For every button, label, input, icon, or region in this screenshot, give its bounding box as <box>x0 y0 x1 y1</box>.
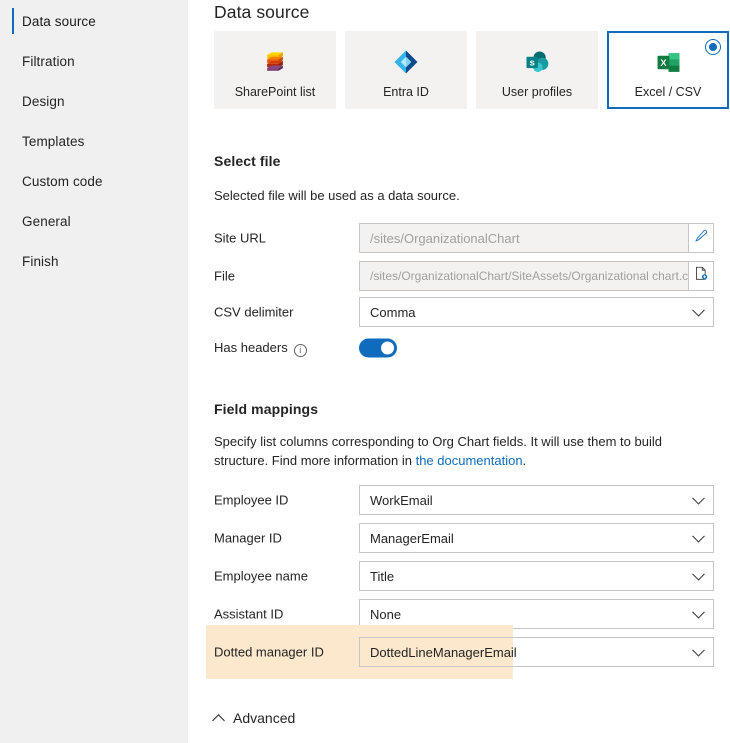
documentation-link[interactable]: the documentation <box>416 453 523 468</box>
mapping-value: None <box>370 606 402 622</box>
csv-delimiter-row: CSV delimiter Comma <box>188 297 730 327</box>
sidebar-item-data-source[interactable]: Data source <box>0 4 188 38</box>
chevron-down-icon <box>692 605 705 619</box>
chevron-down-icon <box>692 303 705 317</box>
mapping-value: DottedLineManagerEmail <box>370 644 517 660</box>
mapping-row-dotted-manager-id: Dotted manager ID DottedLineManagerEmail <box>188 625 730 679</box>
data-source-card-label: SharePoint list <box>234 85 316 99</box>
sidebar-item-filtration[interactable]: Filtration <box>0 44 188 78</box>
sidebar-item-custom-code[interactable]: Custom code <box>0 164 188 198</box>
data-source-card-label: Excel / CSV <box>634 85 702 99</box>
mapping-label: Employee name <box>214 568 308 584</box>
has-headers-toggle[interactable] <box>359 338 397 358</box>
file-label: File <box>214 268 235 284</box>
sharepoint-list-icon <box>260 47 290 77</box>
entra-id-icon <box>391 47 421 77</box>
page-title: Data source <box>214 2 310 22</box>
excel-csv-icon: X <box>653 47 683 77</box>
chevron-down-icon <box>692 529 705 543</box>
sidebar-item-design[interactable]: Design <box>0 84 188 118</box>
sidebar-item-label: Finish <box>22 253 59 269</box>
main-panel: Data source SharePoint list Entra ID s User… <box>188 0 730 743</box>
svg-text:s: s <box>530 58 535 69</box>
csv-delimiter-label: CSV delimiter <box>214 304 294 320</box>
mapping-label: Manager ID <box>214 530 282 546</box>
select-file-description: Selected file will be used as a data sou… <box>214 188 460 203</box>
pencil-icon <box>694 229 708 248</box>
data-source-card-sharepoint-list[interactable]: SharePoint list <box>214 31 336 109</box>
sidebar-item-label: Filtration <box>22 53 75 69</box>
sidebar-item-templates[interactable]: Templates <box>0 124 188 158</box>
file-input[interactable]: /sites/OrganizationalChart/SiteAssets/Or… <box>359 261 689 291</box>
site-url-value: /sites/OrganizationalChart <box>370 230 520 246</box>
mapping-select[interactable]: DottedLineManagerEmail <box>359 637 714 667</box>
file-browse-button[interactable] <box>689 261 714 291</box>
has-headers-row: Has headers i <box>188 333 730 363</box>
mapping-row-manager-id: Manager ID ManagerEmail <box>188 523 730 553</box>
mapping-row-employee-name: Employee name Title <box>188 561 730 591</box>
chevron-down-icon <box>692 567 705 581</box>
mapping-value: ManagerEmail <box>370 530 454 546</box>
data-source-card-user-profiles[interactable]: s User profiles <box>476 31 598 109</box>
has-headers-label: Has headers i <box>214 340 307 357</box>
mapping-select[interactable]: ManagerEmail <box>359 523 714 553</box>
mapping-select[interactable]: Title <box>359 561 714 591</box>
site-url-row: Site URL /sites/OrganizationalChart <box>188 223 730 253</box>
chevron-up-icon <box>212 713 225 727</box>
csv-delimiter-value: Comma <box>370 304 416 320</box>
mapping-value: Title <box>370 568 395 584</box>
file-icon <box>694 266 708 286</box>
data-source-card-label: Entra ID <box>383 85 429 99</box>
user-profiles-icon: s <box>522 47 552 77</box>
file-value: /sites/OrganizationalChart/SiteAssets/Or… <box>370 269 688 283</box>
mapping-select[interactable]: WorkEmail <box>359 485 714 515</box>
sidebar-item-label: General <box>22 213 71 229</box>
radio-selected-icon[interactable] <box>705 39 721 55</box>
site-url-label: Site URL <box>214 230 267 246</box>
advanced-toggle[interactable]: Advanced <box>212 710 296 727</box>
chevron-down-icon <box>692 643 705 657</box>
active-indicator <box>12 8 14 34</box>
data-source-card-entra-id[interactable]: Entra ID <box>345 31 467 109</box>
has-headers-label-text: Has headers <box>214 340 288 355</box>
file-row: File /sites/OrganizationalChart/SiteAsse… <box>188 261 730 291</box>
field-mappings-description: Specify list columns corresponding to Or… <box>214 432 712 470</box>
site-url-input[interactable]: /sites/OrganizationalChart <box>359 223 689 253</box>
sidebar: Data source Filtration Design Templates Cust… <box>0 0 188 743</box>
mapping-label: Assistant ID <box>214 606 284 622</box>
mapping-label: Dotted manager ID <box>214 644 324 660</box>
site-url-edit-button[interactable] <box>689 223 714 253</box>
field-mappings-heading: Field mappings <box>214 401 319 417</box>
data-source-card-label: User profiles <box>501 85 573 99</box>
info-icon[interactable]: i <box>293 344 307 357</box>
mapping-label: Employee ID <box>214 492 289 508</box>
sidebar-item-finish[interactable]: Finish <box>0 244 188 278</box>
csv-delimiter-select[interactable]: Comma <box>359 297 714 327</box>
mapping-row-employee-id: Employee ID WorkEmail <box>188 485 730 515</box>
data-source-card-excel-csv[interactable]: X Excel / CSV <box>607 31 729 109</box>
sidebar-item-label: Custom code <box>22 173 103 189</box>
sidebar-item-label: Design <box>22 93 65 109</box>
sidebar-item-general[interactable]: General <box>0 204 188 238</box>
data-source-card-group: SharePoint list Entra ID s User profiles X Ex… <box>214 31 729 109</box>
advanced-label: Advanced <box>233 710 296 726</box>
field-mappings-description-part2: . <box>522 453 527 468</box>
select-file-heading: Select file <box>214 153 281 169</box>
settings-panel: Data source Filtration Design Templates Cust… <box>0 0 730 743</box>
chevron-down-icon <box>692 491 705 505</box>
sidebar-item-label: Templates <box>22 133 85 149</box>
sidebar-item-label: Data source <box>22 13 96 29</box>
svg-text:X: X <box>660 57 667 67</box>
mapping-value: WorkEmail <box>370 492 433 508</box>
